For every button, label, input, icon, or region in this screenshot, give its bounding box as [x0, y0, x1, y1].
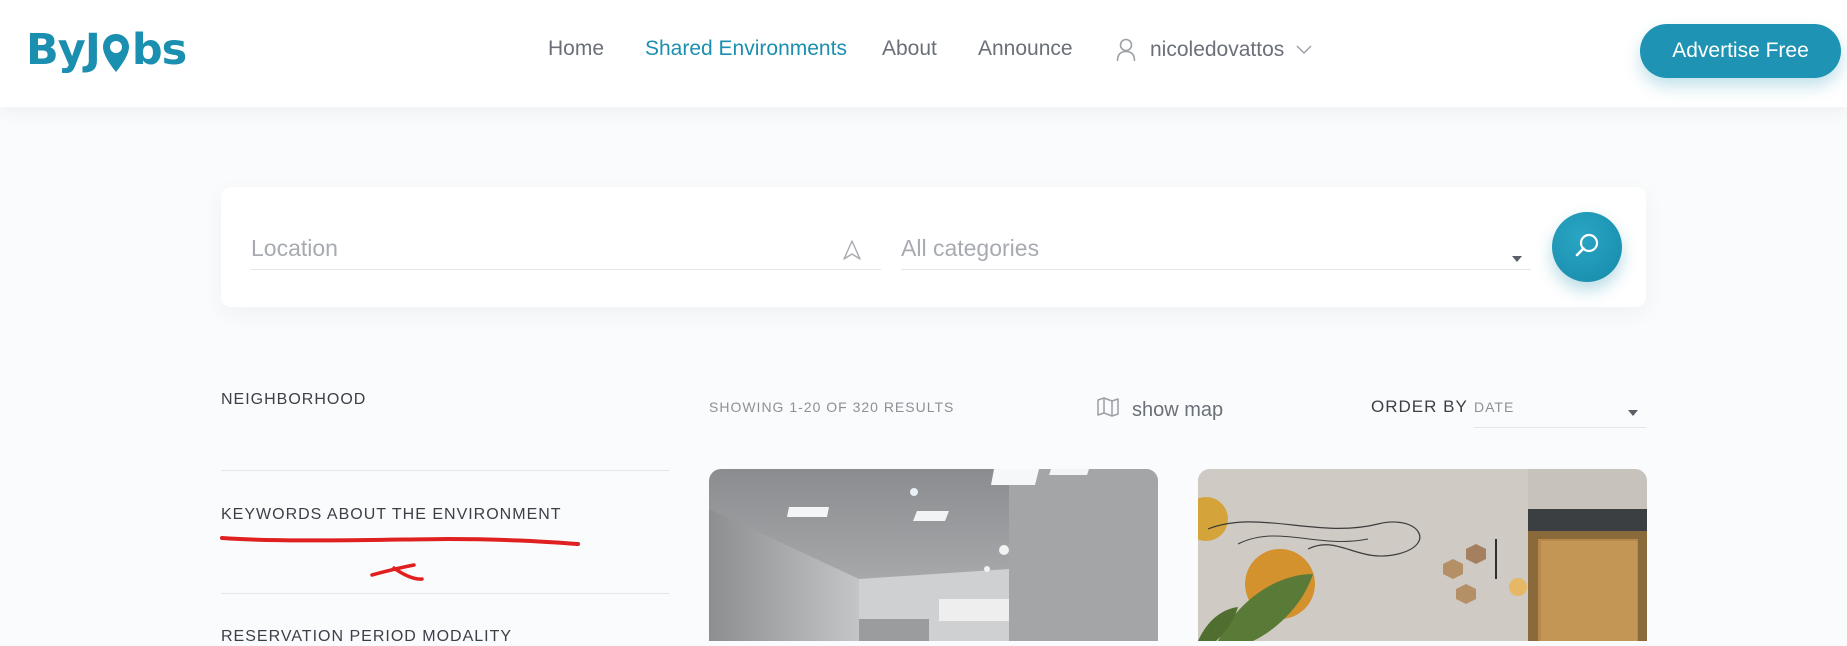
- filter-keywords-title[interactable]: KEYWORDS ABOUT THE ENVIRONMENT: [221, 506, 562, 524]
- listing-card[interactable]: [1198, 469, 1647, 641]
- user-menu[interactable]: nicoledovattos: [1116, 36, 1312, 64]
- byjobs-logo[interactable]: By J bs: [26, 24, 187, 76]
- advertise-free-button[interactable]: Advertise Free: [1640, 24, 1841, 78]
- user-name: nicoledovattos: [1150, 38, 1285, 61]
- user-icon: [1116, 38, 1136, 62]
- search-icon: [1574, 232, 1600, 263]
- order-by-value: DATE: [1474, 399, 1515, 415]
- order-by-select[interactable]: DATE: [1474, 395, 1646, 428]
- locate-arrow-icon[interactable]: [841, 237, 863, 269]
- decorated-wall-room-photo: [1198, 469, 1647, 641]
- red-underline-annotation: [218, 530, 588, 591]
- nav-home[interactable]: Home: [548, 37, 604, 61]
- show-map-toggle[interactable]: show map: [1096, 396, 1223, 424]
- order-by-label: ORDER BY: [1371, 397, 1468, 416]
- logo-text-bs: bs: [131, 25, 187, 75]
- map-icon: [1096, 396, 1132, 424]
- filter-divider: [221, 470, 669, 471]
- chevron-down-icon: [1296, 45, 1312, 55]
- results-count: SHOWING 1-20 OF 320 RESULTS: [709, 399, 955, 415]
- category-select[interactable]: All categories: [901, 229, 1531, 270]
- listing-card[interactable]: [709, 469, 1158, 641]
- category-value: All categories: [901, 235, 1040, 261]
- empty-office-room-photo: [709, 469, 1158, 641]
- nav-announce[interactable]: Announce: [978, 37, 1073, 61]
- nav-shared-environments[interactable]: Shared Environments: [645, 37, 847, 61]
- filter-divider: [221, 593, 669, 594]
- location-pin-icon: [101, 32, 131, 76]
- logo-text-by: By: [26, 25, 86, 75]
- logo-text-j: J: [84, 25, 101, 75]
- filter-reservation-period-title[interactable]: RESERVATION PERIOD MODALITY: [221, 628, 512, 646]
- nav-about[interactable]: About: [882, 37, 937, 61]
- search-panel: Location All categories: [221, 187, 1646, 307]
- search-button[interactable]: [1552, 212, 1622, 282]
- show-map-label: show map: [1132, 398, 1224, 421]
- top-header: By J bs Home Shared Environments About An…: [0, 0, 1847, 107]
- location-placeholder: Location: [251, 235, 338, 261]
- location-input[interactable]: Location: [251, 229, 881, 270]
- caret-down-icon: [1628, 404, 1638, 420]
- caret-down-icon: [1511, 239, 1523, 271]
- filter-neighborhood-title[interactable]: NEIGHBORHOOD: [221, 391, 366, 409]
